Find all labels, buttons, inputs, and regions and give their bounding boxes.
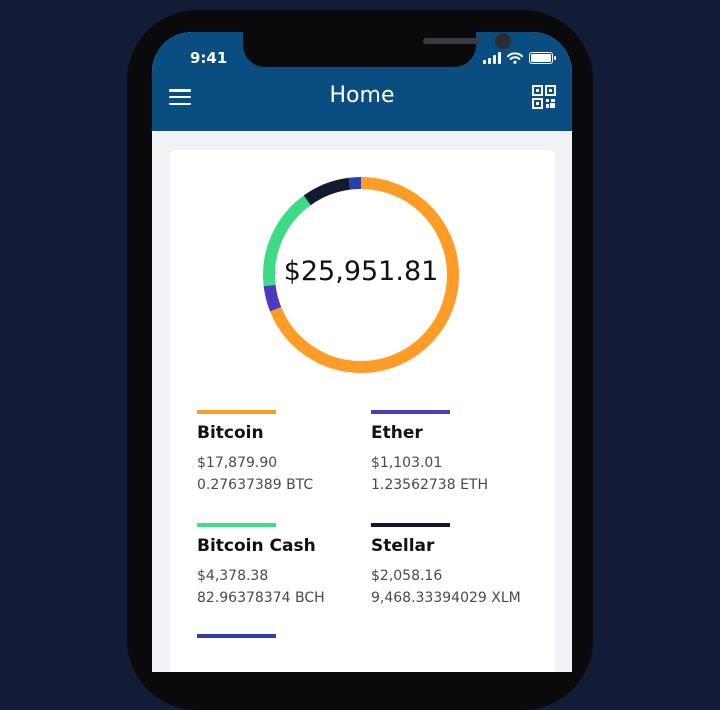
stellar-color-bar	[371, 523, 450, 527]
battery-icon	[529, 52, 556, 64]
coin-usd-value: $17,879.90	[197, 455, 278, 471]
coin-usd-value: $2,058.16	[371, 568, 443, 584]
app-screen: 9:41 Home $25,951.81 Bitcoin $17,879.90 …	[152, 32, 572, 672]
portfolio-total: $25,951.81	[283, 256, 439, 287]
coin-amount: 0.27637389 BTC	[197, 477, 314, 493]
coin-amount: 82.96378374 BCH	[197, 590, 325, 606]
coin-name: Bitcoin	[197, 423, 264, 443]
wifi-icon	[507, 52, 523, 64]
coin-ether[interactable]: Ether $1,103.01 1.23562738 ETH	[371, 410, 546, 493]
front-camera	[495, 33, 511, 49]
phone-notch	[243, 32, 511, 67]
next-coin-color-bar	[197, 634, 276, 638]
status-time: 9:41	[190, 49, 228, 67]
app-bar: 9:41 Home	[152, 32, 572, 131]
coin-usd-value: $1,103.01	[371, 455, 443, 471]
bitcoin-cash-color-bar	[197, 523, 276, 527]
ether-color-bar	[371, 410, 450, 414]
portfolio-card: $25,951.81 Bitcoin $17,879.90 0.27637389…	[170, 150, 555, 672]
coin-usd-value: $4,378.38	[197, 568, 269, 584]
speaker-grille	[423, 38, 481, 44]
coin-bitcoin[interactable]: Bitcoin $17,879.90 0.27637389 BTC	[197, 410, 372, 493]
coin-bitcoin-cash[interactable]: Bitcoin Cash $4,378.38 82.96378374 BCH	[197, 523, 372, 606]
coin-amount: 1.23562738 ETH	[371, 477, 488, 493]
bitcoin-color-bar	[197, 410, 276, 414]
qr-code-icon[interactable]	[532, 85, 556, 109]
coin-name: Stellar	[371, 536, 435, 556]
page-title: Home	[329, 83, 395, 108]
cellular-signal-icon	[483, 52, 501, 64]
coin-name: Ether	[371, 423, 423, 443]
status-icons	[483, 50, 556, 64]
coin-name: Bitcoin Cash	[197, 536, 316, 556]
coin-stellar[interactable]: Stellar $2,058.16 9,468.33394029 XLM	[371, 523, 546, 606]
coin-amount: 9,468.33394029 XLM	[371, 590, 521, 606]
